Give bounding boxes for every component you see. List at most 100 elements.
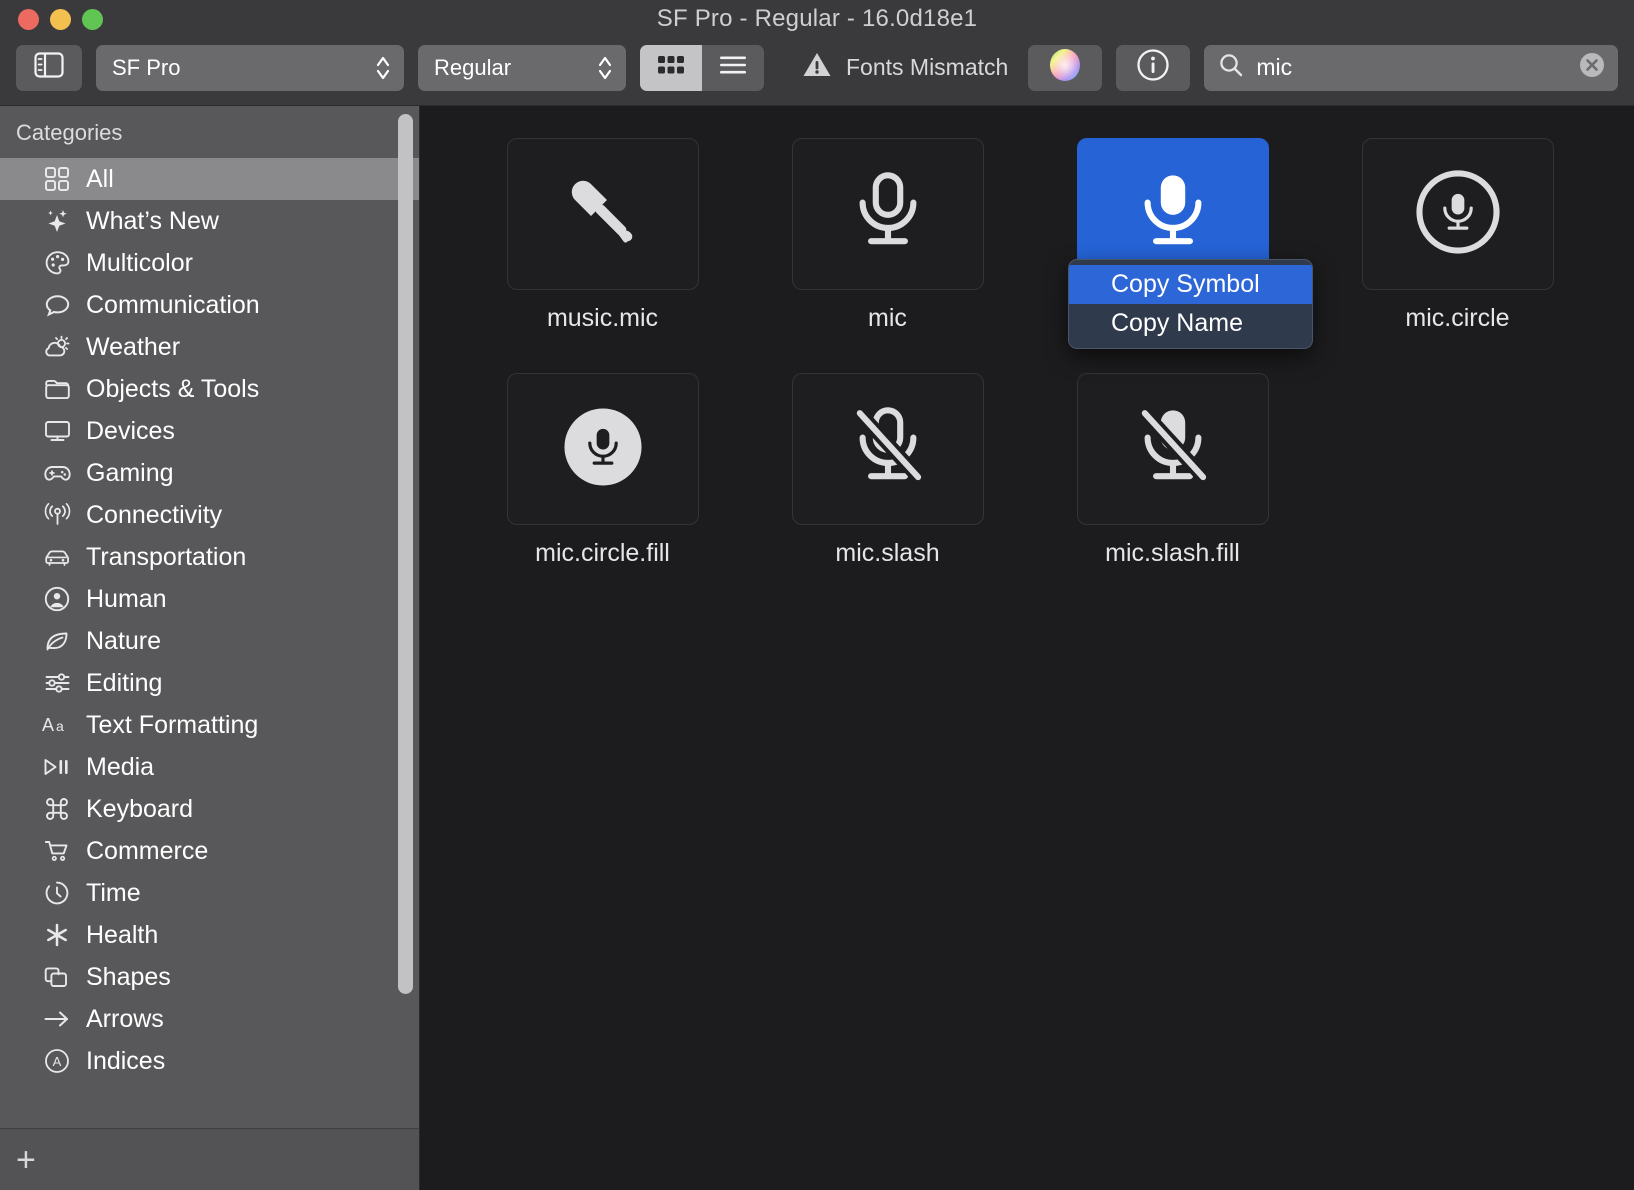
search-field[interactable] [1204,44,1618,91]
sidebar-item-shapes[interactable]: Shapes [0,956,419,998]
arrow-right-icon [42,1005,72,1033]
info-button[interactable] [1116,44,1191,91]
close-button[interactable] [18,8,39,30]
font-family-value: SF Pro [112,54,181,80]
mic-icon [841,165,935,264]
shapes-squares-icon [42,963,72,991]
fonts-mismatch-label: Fonts Mismatch [846,54,1009,80]
symbol-name-label: mic.circle [1405,304,1510,332]
sidebar-item-objects-tools[interactable]: Objects & Tools [0,368,419,410]
search-icon [1218,52,1244,83]
sidebar-item-indices[interactable]: A Indices [0,1040,419,1082]
mic-fill-icon [1126,165,1220,264]
sidebar-item-text-formatting[interactable]: Aa Text Formatting [0,704,419,746]
symbol-cell[interactable]: music.mic [460,138,745,333]
symbol-name-label: mic.circle.fill [535,539,670,567]
sidebar-item-gaming[interactable]: Gaming [0,452,419,494]
sliders-icon [42,669,72,697]
minimize-button[interactable] [50,8,71,30]
search-input[interactable] [1256,54,1566,81]
context-menu-item-copy-name[interactable]: Copy Name [1069,304,1312,343]
window-title: SF Pro - Regular - 16.0d18e1 [656,5,978,32]
clear-circle-icon[interactable] [1578,51,1606,84]
symbol-tile-mic-slash[interactable] [791,373,984,525]
sidebar-footer: + [0,1128,419,1190]
gamecontroller-icon [42,459,72,487]
chevron-up-down-icon [374,53,392,83]
symbol-name-label: mic.slash [835,539,940,567]
symbol-tile-mic-circle[interactable] [1361,138,1554,290]
view-mode-segmented-control [640,44,764,91]
context-menu-item-copy-symbol[interactable]: Copy Symbol [1069,265,1312,304]
sidebar-item-label: Human [86,584,167,613]
info-circle-icon [1136,48,1170,87]
sidebar-item-human[interactable]: Human [0,578,419,620]
timer-icon [42,879,72,907]
symbol-cell[interactable]: mic.circle.fill [460,373,745,568]
grid-icon [657,55,685,80]
sidebar-item-arrows[interactable]: Arrows [0,998,419,1040]
command-icon [42,795,72,823]
sidebar-item-keyboard[interactable]: Keyboard [0,788,419,830]
list-icon [719,55,747,80]
sidebar-item-label: Editing [86,668,163,697]
sidebar-item-label: Transportation [86,542,247,571]
car-icon [42,543,72,571]
sidebar-item-label: Connectivity [86,500,223,529]
sidebar-item-health[interactable]: Health [0,914,419,956]
sidebar-item-media[interactable]: Media [0,746,419,788]
sidebar-item-multicolor[interactable]: Multicolor [0,242,419,284]
font-family-popup[interactable]: SF Pro [96,44,404,91]
sidebar-item-label: Communication [86,290,260,319]
symbol-cell[interactable]: mic.slash [745,373,1030,568]
sidebar-item-label: Time [86,878,141,907]
symbol-tile-music-mic[interactable] [506,138,699,290]
mic-circle-icon [1411,165,1505,264]
sidebar-item-label: Indices [86,1046,166,1075]
sidebar-item-editing[interactable]: Editing [0,662,419,704]
antenna-radiowaves-icon [42,501,72,529]
symbol-name-label: music.mic [546,304,659,332]
symbol-name-label: mic [868,304,907,332]
titlebar: SF Pro - Regular - 16.0d18e1 [0,0,1634,38]
sidebar-toggle-button[interactable] [16,44,82,91]
sidebar-item-label: Commerce [86,836,209,865]
font-weight-value: Regular [434,54,512,80]
mic-slash-fill-icon [1126,400,1220,499]
music-mic-icon [556,165,650,264]
sidebar-item-what-s-new[interactable]: What’s New [0,200,419,242]
sidebar-item-weather[interactable]: Weather [0,326,419,368]
sidebar-item-time[interactable]: Time [0,872,419,914]
mic-slash-icon [841,400,935,499]
sidebar-item-all[interactable]: All [0,158,419,200]
sidebar-item-communication[interactable]: Communication [0,284,419,326]
sidebar-item-label: Text Formatting [86,710,259,739]
asterisk-health-icon [42,921,72,949]
sidebar-item-transportation[interactable]: Transportation [0,536,419,578]
sidebar-item-label: Keyboard [86,794,194,823]
add-category-button[interactable]: + [16,1143,36,1177]
symbol-cell[interactable]: mic.slash.fill [1030,373,1315,568]
sidebar-item-label: Gaming [86,458,174,487]
font-weight-popup[interactable]: Regular [418,44,626,91]
symbol-tile-mic-circle-fill[interactable] [506,373,699,525]
svg-text:A: A [53,1054,62,1069]
grid-view-button[interactable] [640,44,702,91]
grid-squares-icon [42,165,72,193]
play-pause-icon [42,753,72,781]
list-view-button[interactable] [702,45,764,91]
sidebar-item-label: Media [86,752,155,781]
traffic-lights [0,8,103,30]
sidebar-item-commerce[interactable]: Commerce [0,830,419,872]
sidebar-item-devices[interactable]: Devices [0,410,419,452]
sidebar-item-nature[interactable]: Nature [0,620,419,662]
maximize-button[interactable] [82,8,103,30]
sidebar-scrollbar[interactable] [398,114,413,994]
color-picker-button[interactable] [1028,44,1103,91]
symbol-cell[interactable]: mic [745,138,1030,333]
symbol-tile-mic-slash-fill[interactable] [1076,373,1269,525]
symbol-cell[interactable]: mic.circle [1315,138,1600,333]
cloud-sun-icon [42,333,72,361]
sidebar-item-connectivity[interactable]: Connectivity [0,494,419,536]
symbol-tile-mic[interactable] [791,138,984,290]
